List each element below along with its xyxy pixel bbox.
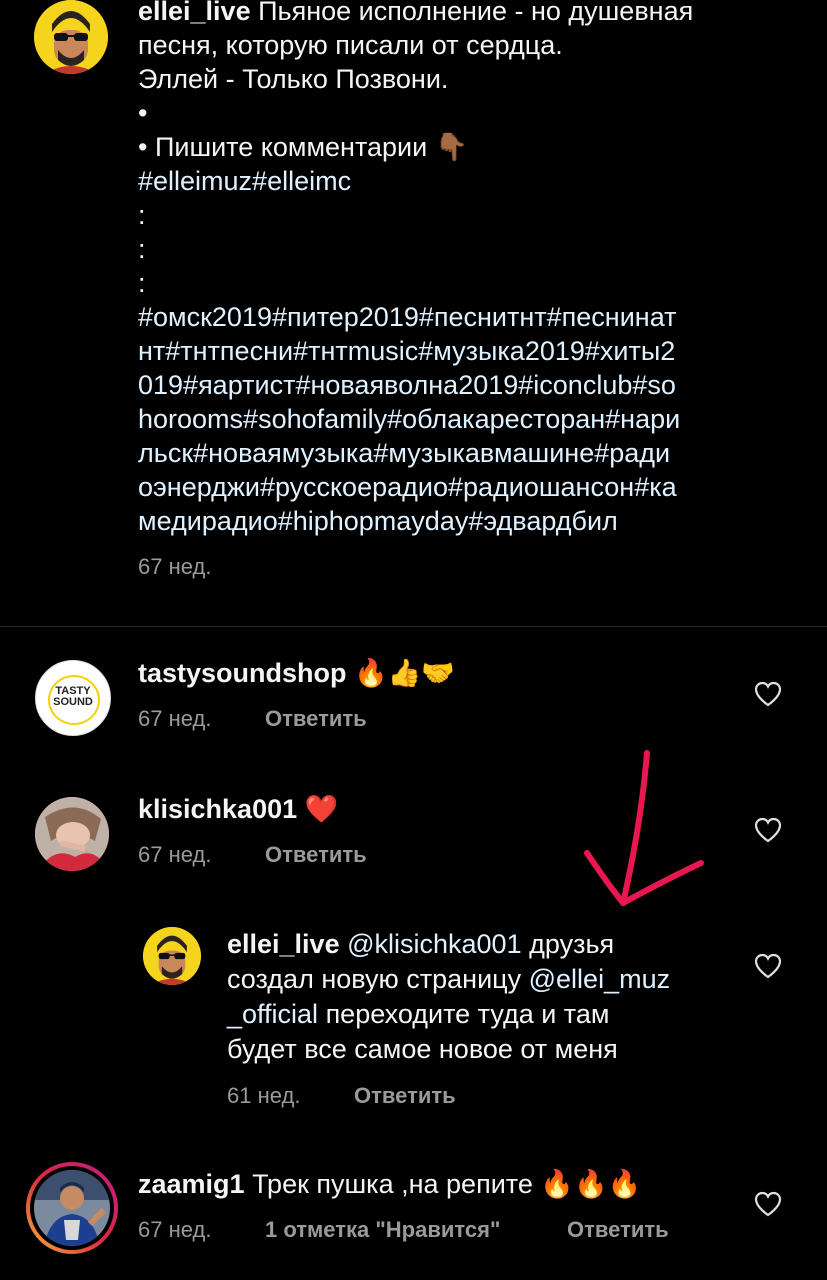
comment-timestamp: 67 нед. xyxy=(138,842,212,867)
comment-avatar-klisichka001[interactable] xyxy=(35,797,109,871)
like-heart-icon[interactable] xyxy=(754,1191,782,1217)
mention-link[interactable]: @klisichka001 xyxy=(347,929,522,959)
like-heart-icon[interactable] xyxy=(754,681,782,707)
caption-hashtags[interactable]: льск#новаямузыка#музыкавмашине#ради xyxy=(138,436,778,470)
comment-body: друзья xyxy=(521,929,615,959)
comment-body: переходите туда и там xyxy=(318,999,610,1029)
caption-line: Пьяное исполнение - но душевная xyxy=(258,0,694,26)
reply-avatar-ellei-live[interactable] xyxy=(143,927,201,985)
caption-hashtags[interactable]: #elleimuz#elleimc xyxy=(138,164,778,198)
caption-hashtags[interactable]: horooms#sohofamily#облакаресторан#нари xyxy=(138,402,778,436)
reply-button[interactable]: Ответить xyxy=(265,842,367,868)
caption-line: • xyxy=(138,98,148,128)
reply-button[interactable]: Ответить xyxy=(567,1217,669,1243)
post-username[interactable]: ellei_live xyxy=(138,0,251,26)
reply-button[interactable]: Ответить xyxy=(354,1083,456,1109)
caption-hashtags[interactable]: нт#тнтпесни#тнтmusic#музыка2019#хиты2 xyxy=(138,334,778,368)
caption-hashtags[interactable]: #омск2019#питер2019#песнитнт#песнинат xyxy=(138,300,778,334)
post-timestamp: 67 нед. xyxy=(138,554,212,579)
comment-avatar-tastysoundshop[interactable]: TASTY SOUND xyxy=(35,660,111,736)
user-photo-image xyxy=(35,797,109,871)
reply-comment-text: ellei_live @klisichka001 друзья создал н… xyxy=(227,927,727,1067)
caption-line: Эллей - Только Позвони. xyxy=(138,64,449,94)
comment-timestamp: 67 нед. xyxy=(138,706,212,731)
comment-body: 🔥👍🤝 xyxy=(354,658,455,688)
likes-count-link[interactable]: 1 отметка "Нравится" xyxy=(265,1217,500,1243)
caption-line: : xyxy=(138,200,146,230)
comment-username[interactable]: zaamig1 xyxy=(138,1169,245,1199)
caption-hashtags[interactable]: 019#яартист#новаяволна2019#iconclub#so xyxy=(138,368,778,402)
comment-text: klisichka001 ❤️ xyxy=(138,792,338,827)
comment-text: tastysoundshop 🔥👍🤝 xyxy=(138,656,455,691)
caption-line: • Пишите комментарии 👇🏾 xyxy=(138,132,469,162)
caption-line: : xyxy=(138,234,146,264)
comment-username[interactable]: klisichka001 xyxy=(138,794,297,824)
comment-text: zaamig1 Трек пушка ,на репите 🔥🔥🔥 xyxy=(138,1167,641,1202)
caption-line: : xyxy=(138,268,146,298)
post-author-avatar[interactable] xyxy=(34,0,108,74)
comment-avatar-zaamig1[interactable] xyxy=(26,1162,118,1254)
mention-link[interactable]: _official xyxy=(227,999,318,1029)
comment-username[interactable]: tastysoundshop xyxy=(138,658,347,688)
caption-hashtags[interactable]: медирадио#hiphopmayday#эдвардбил xyxy=(138,504,778,538)
post-caption: ellei_live Пьяное исполнение - но душевн… xyxy=(138,0,778,584)
comment-body: Трек пушка ,на репите 🔥🔥🔥 xyxy=(252,1169,642,1199)
comment-body: ❤️ xyxy=(304,794,339,824)
like-heart-icon[interactable] xyxy=(754,953,782,979)
ellei-avatar-illustration xyxy=(143,927,201,985)
reply-button[interactable]: Ответить xyxy=(265,706,367,732)
comment-timestamp: 67 нед. xyxy=(138,1217,212,1242)
avatar-logo-text: TASTY SOUND xyxy=(53,685,93,708)
comment-body: создал новую страницу xyxy=(227,964,529,994)
ellei-avatar-illustration xyxy=(34,0,108,74)
user-photo-image xyxy=(34,1170,110,1246)
comment-body: будет все самое новое от меня xyxy=(227,1034,618,1064)
mention-link[interactable]: @ellei_muz xyxy=(529,964,670,994)
caption-line: песня, которую писали от сердца. xyxy=(138,30,563,60)
like-heart-icon[interactable] xyxy=(754,817,782,843)
comment-timestamp: 61 нед. xyxy=(227,1083,301,1108)
red-arrow-annotation xyxy=(584,750,704,906)
divider xyxy=(0,626,827,627)
caption-hashtags[interactable]: оэнерджи#русскоерадио#радиошансон#ка xyxy=(138,470,778,504)
comment-username[interactable]: ellei_live xyxy=(227,929,340,959)
